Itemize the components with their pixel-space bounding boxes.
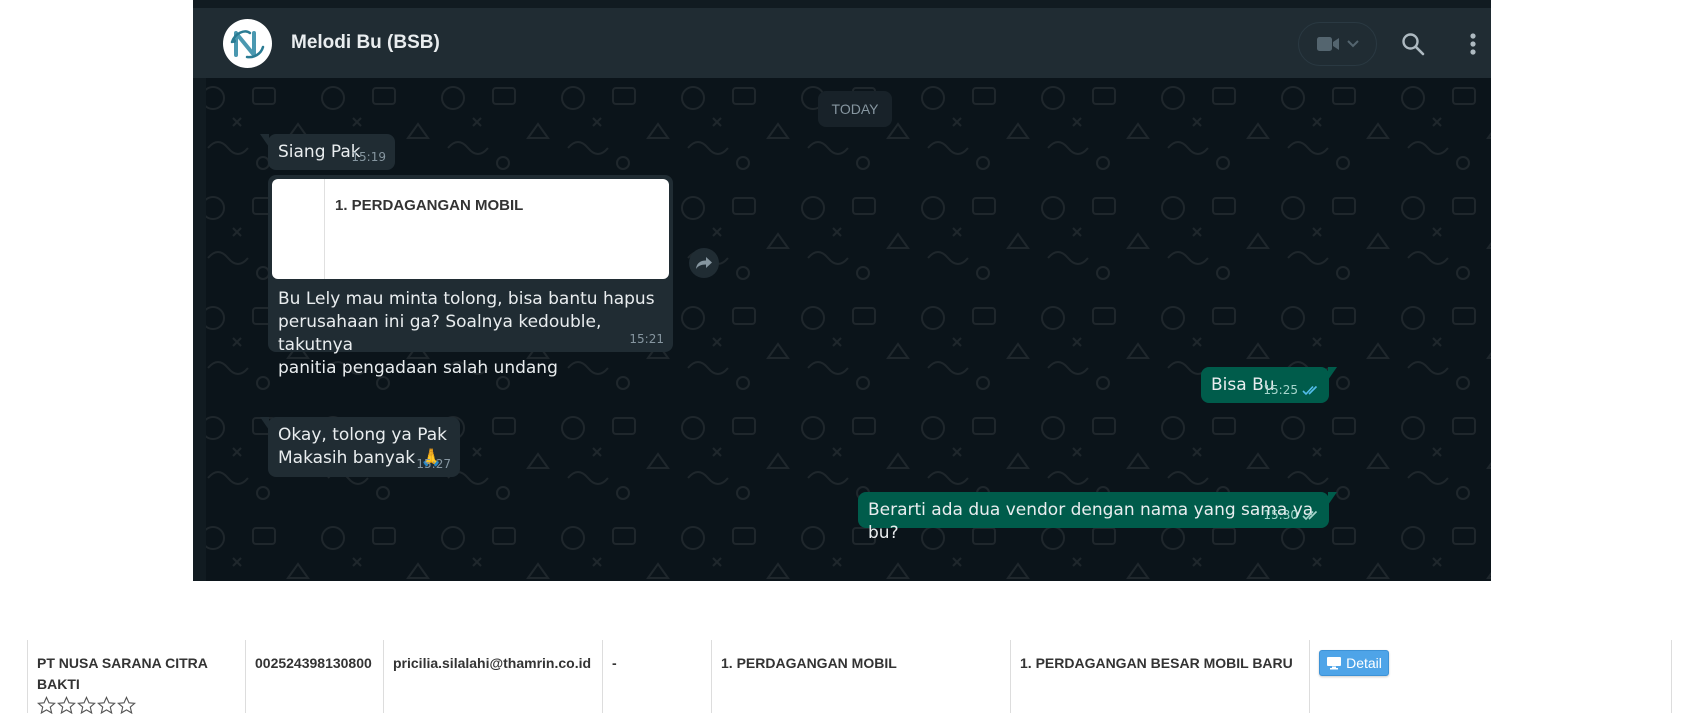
- message-incoming[interactable]: Siang Pak 15:19: [260, 134, 395, 170]
- forward-icon: [696, 257, 712, 269]
- message-text: Bu Lely mau minta tolong, bisa bantu hap…: [278, 288, 673, 380]
- star-outline-icon: [37, 696, 56, 715]
- message-line: Bu Lely mau minta tolong, bisa bantu hap…: [278, 289, 655, 309]
- message-time: 15:21: [629, 332, 664, 346]
- double-check-icon: [1302, 510, 1318, 520]
- video-camera-icon: [1316, 37, 1339, 51]
- message-incoming[interactable]: Okay, tolong ya Pak Makasih banyak 🙏 15:…: [260, 417, 460, 477]
- detail-button[interactable]: Detail: [1319, 650, 1389, 676]
- table-border: [1671, 640, 1672, 713]
- message-text: Siang Pak: [278, 142, 361, 162]
- message-outgoing[interactable]: Berarti ada dua vendor dengan nama yang …: [858, 492, 1337, 543]
- document-preview[interactable]: 1. PERDAGANGAN MOBIL: [272, 179, 669, 279]
- monitor-icon: [1327, 657, 1342, 670]
- search-button[interactable]: [1398, 29, 1428, 59]
- chat-header[interactable]: Melodi Bu (BSB): [193, 8, 1491, 78]
- bubble-tail: [1328, 367, 1337, 380]
- kebab-menu-icon: [1470, 33, 1476, 55]
- forward-button[interactable]: [689, 248, 719, 278]
- message-line: Okay, tolong ya Pak: [278, 425, 448, 445]
- preview-text: 1. PERDAGANGAN MOBIL: [335, 197, 524, 214]
- sub-field-cell: 1. PERDAGANGAN BESAR MOBIL BARU: [1010, 640, 1309, 713]
- avatar[interactable]: [223, 19, 272, 68]
- bubble-tail: [260, 134, 269, 147]
- chevron-down-icon: [1346, 40, 1359, 48]
- company-name-line: BAKTI: [37, 676, 80, 692]
- star-outline-icon: [117, 696, 136, 715]
- action-cell: Detail: [1309, 640, 1671, 713]
- company-cell: PT NUSA SARANA CITRA BAKTI: [27, 640, 245, 715]
- company-name-line: PT NUSA SARANA CITRA: [37, 655, 208, 671]
- message-line: panitia pengadaan salah undang: [278, 358, 558, 378]
- message-incoming-with-preview[interactable]: 1. PERDAGANGAN MOBIL Bu Lely mau minta t…: [268, 175, 673, 378]
- message-text: Berarti ada dua vendor dengan nama yang …: [868, 500, 1314, 543]
- message-time: 15:27: [416, 457, 451, 471]
- star-outline-icon: [57, 696, 76, 715]
- chat-window: Melodi Bu (BSB) TODAY Siang Pak 15:19 1.…: [193, 0, 1491, 581]
- message-time: 15:30: [1263, 508, 1298, 522]
- preview-column-divider: [324, 179, 325, 279]
- table-row: PT NUSA SARANA CITRA BAKTI 0025243981308…: [27, 640, 1672, 715]
- message-area[interactable]: TODAY Siang Pak 15:19 1. PERDAGANGAN MOB…: [193, 78, 1491, 581]
- chat-left-edge: [193, 78, 206, 581]
- video-call-button[interactable]: [1298, 22, 1377, 66]
- rating-stars: [37, 696, 245, 715]
- message-time: 15:19: [351, 150, 386, 164]
- detail-button-label: Detail: [1346, 654, 1382, 671]
- message-meta: 15:30: [1263, 508, 1320, 522]
- message-line: perusahaan ini ga? Soalnya kedouble, tak…: [278, 312, 602, 355]
- message-outgoing[interactable]: Bisa Bu 15:25: [1201, 367, 1337, 403]
- email-cell: pricilia.silalahi@thamrin.co.id: [383, 640, 602, 713]
- message-meta: 15:25: [1263, 383, 1320, 397]
- search-icon: [1402, 33, 1425, 56]
- contact-name[interactable]: Melodi Bu (BSB): [291, 32, 440, 54]
- npwp-cell: 002524398130800: [245, 640, 383, 713]
- dash-cell: -: [602, 640, 711, 713]
- menu-button[interactable]: [1463, 29, 1483, 59]
- bubble-tail: [260, 417, 269, 430]
- bubble-tail: [1328, 492, 1337, 505]
- business-field-cell: 1. PERDAGANGAN MOBIL: [711, 640, 1010, 713]
- double-check-icon: [1302, 385, 1318, 395]
- message-time: 15:25: [1263, 383, 1298, 397]
- star-outline-icon: [97, 696, 116, 715]
- star-outline-icon: [77, 696, 96, 715]
- window-top-strip: [193, 0, 1491, 8]
- date-divider: TODAY: [818, 91, 892, 127]
- logo-icon: [230, 30, 265, 59]
